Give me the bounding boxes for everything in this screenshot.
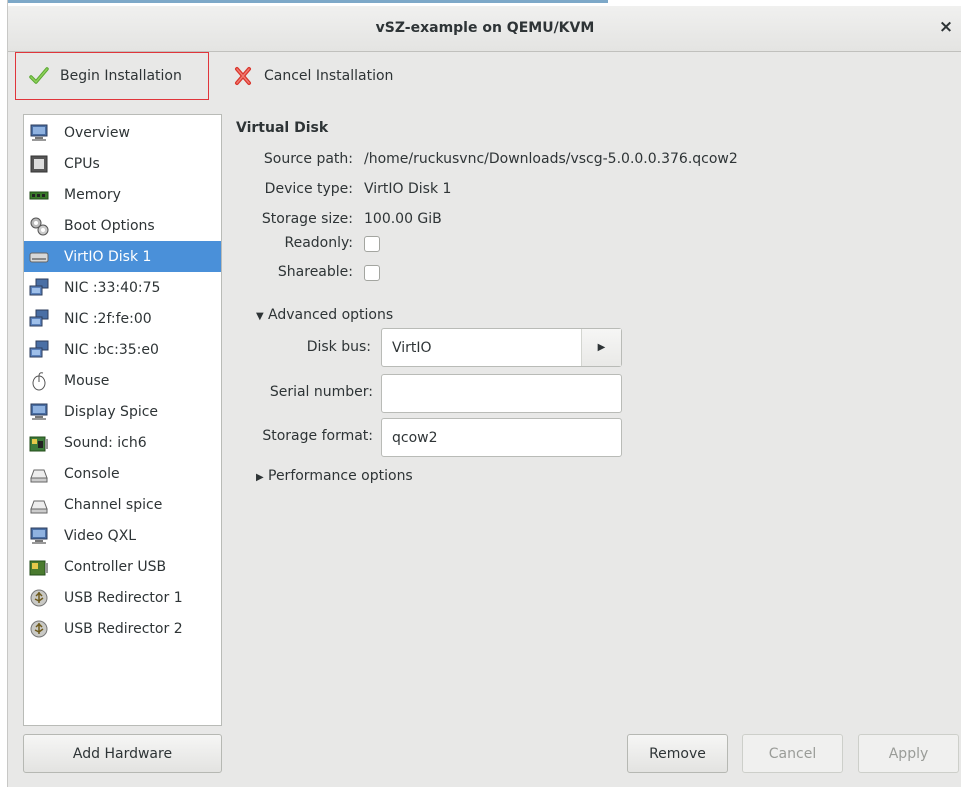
sidebar-item-virtio-disk-1[interactable]: VirtIO Disk 1 <box>24 241 221 272</box>
disk-bus-label: Disk bus: <box>306 339 371 355</box>
serial-number-label: Serial number: <box>269 384 373 400</box>
sidebar-item-label: USB Redirector 1 <box>64 589 183 606</box>
cancel-installation-button[interactable]: Cancel Installation <box>220 52 405 100</box>
sidebar-item-overview[interactable]: Overview <box>24 117 221 148</box>
sidebar-item-label: Mouse <box>64 372 110 389</box>
cpu-icon <box>28 153 50 175</box>
sidebar-item-label: Sound: ich6 <box>64 434 147 451</box>
sidebar-item-label: USB Redirector 2 <box>64 620 183 637</box>
sidebar-item-label: Overview <box>64 124 130 141</box>
sidebar-item-nic-2[interactable]: NIC :2f:fe:00 <box>24 303 221 334</box>
details-window: vSZ-example on QEMU/KVM × Begin Installa… <box>7 0 961 787</box>
serial-icon <box>28 463 50 485</box>
readonly-checkbox[interactable] <box>364 236 380 252</box>
monitor-icon <box>28 122 50 144</box>
sidebar-item-label: Memory <box>64 186 121 203</box>
display-icon <box>28 401 50 423</box>
sidebar-item-label: NIC :33:40:75 <box>64 279 161 296</box>
performance-options-label: Performance options <box>268 468 413 484</box>
titlebar: vSZ-example on QEMU/KVM × <box>8 6 961 52</box>
storage-format-field[interactable]: qcow2 <box>381 418 622 457</box>
begin-installation-label: Begin Installation <box>60 68 182 84</box>
readonly-label: Readonly: <box>284 235 354 251</box>
sidebar-item-video-qxl[interactable]: Video QXL <box>24 520 221 551</box>
performance-options-expander[interactable]: ▶ Performance options <box>256 468 413 484</box>
mouse-icon <box>28 370 50 392</box>
expanded-triangle-icon: ▼ <box>256 311 264 322</box>
apply-button[interactable]: Apply <box>858 734 959 773</box>
network-icon <box>28 339 50 361</box>
window-title: vSZ-example on QEMU/KVM <box>375 20 595 36</box>
gears-icon <box>28 215 50 237</box>
sidebar-item-mouse[interactable]: Mouse <box>24 365 221 396</box>
checkmark-icon <box>28 65 50 87</box>
red-x-icon <box>232 65 254 87</box>
sidebar-item-sound[interactable]: Sound: ich6 <box>24 427 221 458</box>
advanced-options-label: Advanced options <box>268 307 394 323</box>
device-type-value: VirtIO Disk 1 <box>364 181 452 197</box>
sidebar-item-label: Channel spice <box>64 496 163 513</box>
sidebar-item-label: Controller USB <box>64 558 167 575</box>
close-icon[interactable]: × <box>936 17 956 37</box>
sidebar-item-memory[interactable]: Memory <box>24 179 221 210</box>
network-icon <box>28 277 50 299</box>
sidebar-item-label: NIC :bc:35:e0 <box>64 341 159 358</box>
sidebar-item-controller-usb[interactable]: Controller USB <box>24 551 221 582</box>
sidebar-item-label: Boot Options <box>64 217 155 234</box>
sidebar-item-label: Video QXL <box>64 527 137 544</box>
sidebar-item-label: Console <box>64 465 120 482</box>
advanced-options-expander[interactable]: ▼ Advanced options <box>256 307 393 323</box>
source-path-value: /home/ruckusvnc/Downloads/vscg-5.0.0.0.3… <box>364 151 738 167</box>
shareable-label: Shareable: <box>277 264 353 280</box>
controller-icon <box>28 556 50 578</box>
device-type-label: Device type: <box>264 181 353 197</box>
sidebar-item-channel-spice[interactable]: Channel spice <box>24 489 221 520</box>
serial-icon <box>28 494 50 516</box>
sidebar-item-nic-3[interactable]: NIC :bc:35:e0 <box>24 334 221 365</box>
sidebar-item-usb-redirector-2[interactable]: USB Redirector 2 <box>24 613 221 644</box>
sidebar-item-cpus[interactable]: CPUs <box>24 148 221 179</box>
section-title: Virtual Disk <box>236 120 329 136</box>
sound-card-icon <box>28 432 50 454</box>
sidebar-item-label: Display Spice <box>64 403 159 420</box>
network-icon <box>28 308 50 330</box>
source-path-label: Source path: <box>263 151 353 167</box>
serial-number-field[interactable] <box>381 374 622 413</box>
cancel-button[interactable]: Cancel <box>742 734 843 773</box>
begin-installation-button[interactable]: Begin Installation <box>15 52 209 100</box>
sidebar-item-console[interactable]: Console <box>24 458 221 489</box>
add-hardware-button[interactable]: Add Hardware <box>23 734 222 773</box>
sidebar-item-label: VirtIO Disk 1 <box>64 248 152 265</box>
display-icon <box>28 525 50 547</box>
cancel-installation-label: Cancel Installation <box>264 68 394 84</box>
disk-bus-combo[interactable]: VirtIO ▶ <box>381 328 622 367</box>
collapsed-triangle-icon: ▶ <box>256 472 264 483</box>
remove-button[interactable]: Remove <box>627 734 728 773</box>
storage-size-value: 100.00 GiB <box>364 211 442 227</box>
sidebar-item-boot-options[interactable]: Boot Options <box>24 210 221 241</box>
memory-icon <box>28 184 50 206</box>
shareable-checkbox[interactable] <box>364 265 380 281</box>
disk-bus-value: VirtIO <box>392 339 432 356</box>
sidebar-item-display-spice[interactable]: Display Spice <box>24 396 221 427</box>
sidebar-item-nic-1[interactable]: NIC :33:40:75 <box>24 272 221 303</box>
sidebar-item-usb-redirector-1[interactable]: USB Redirector 1 <box>24 582 221 613</box>
sidebar-item-label: NIC :2f:fe:00 <box>64 310 152 327</box>
usb-icon <box>28 618 50 640</box>
storage-size-label: Storage size: <box>261 211 353 227</box>
usb-icon <box>28 587 50 609</box>
hardware-list: Overview CPUs Memory Boot Options VirtIO… <box>23 114 222 726</box>
disk-icon <box>28 246 50 268</box>
storage-format-label: Storage format: <box>262 428 373 444</box>
dropdown-arrow-icon[interactable]: ▶ <box>581 329 621 366</box>
sidebar-item-label: CPUs <box>64 155 100 172</box>
